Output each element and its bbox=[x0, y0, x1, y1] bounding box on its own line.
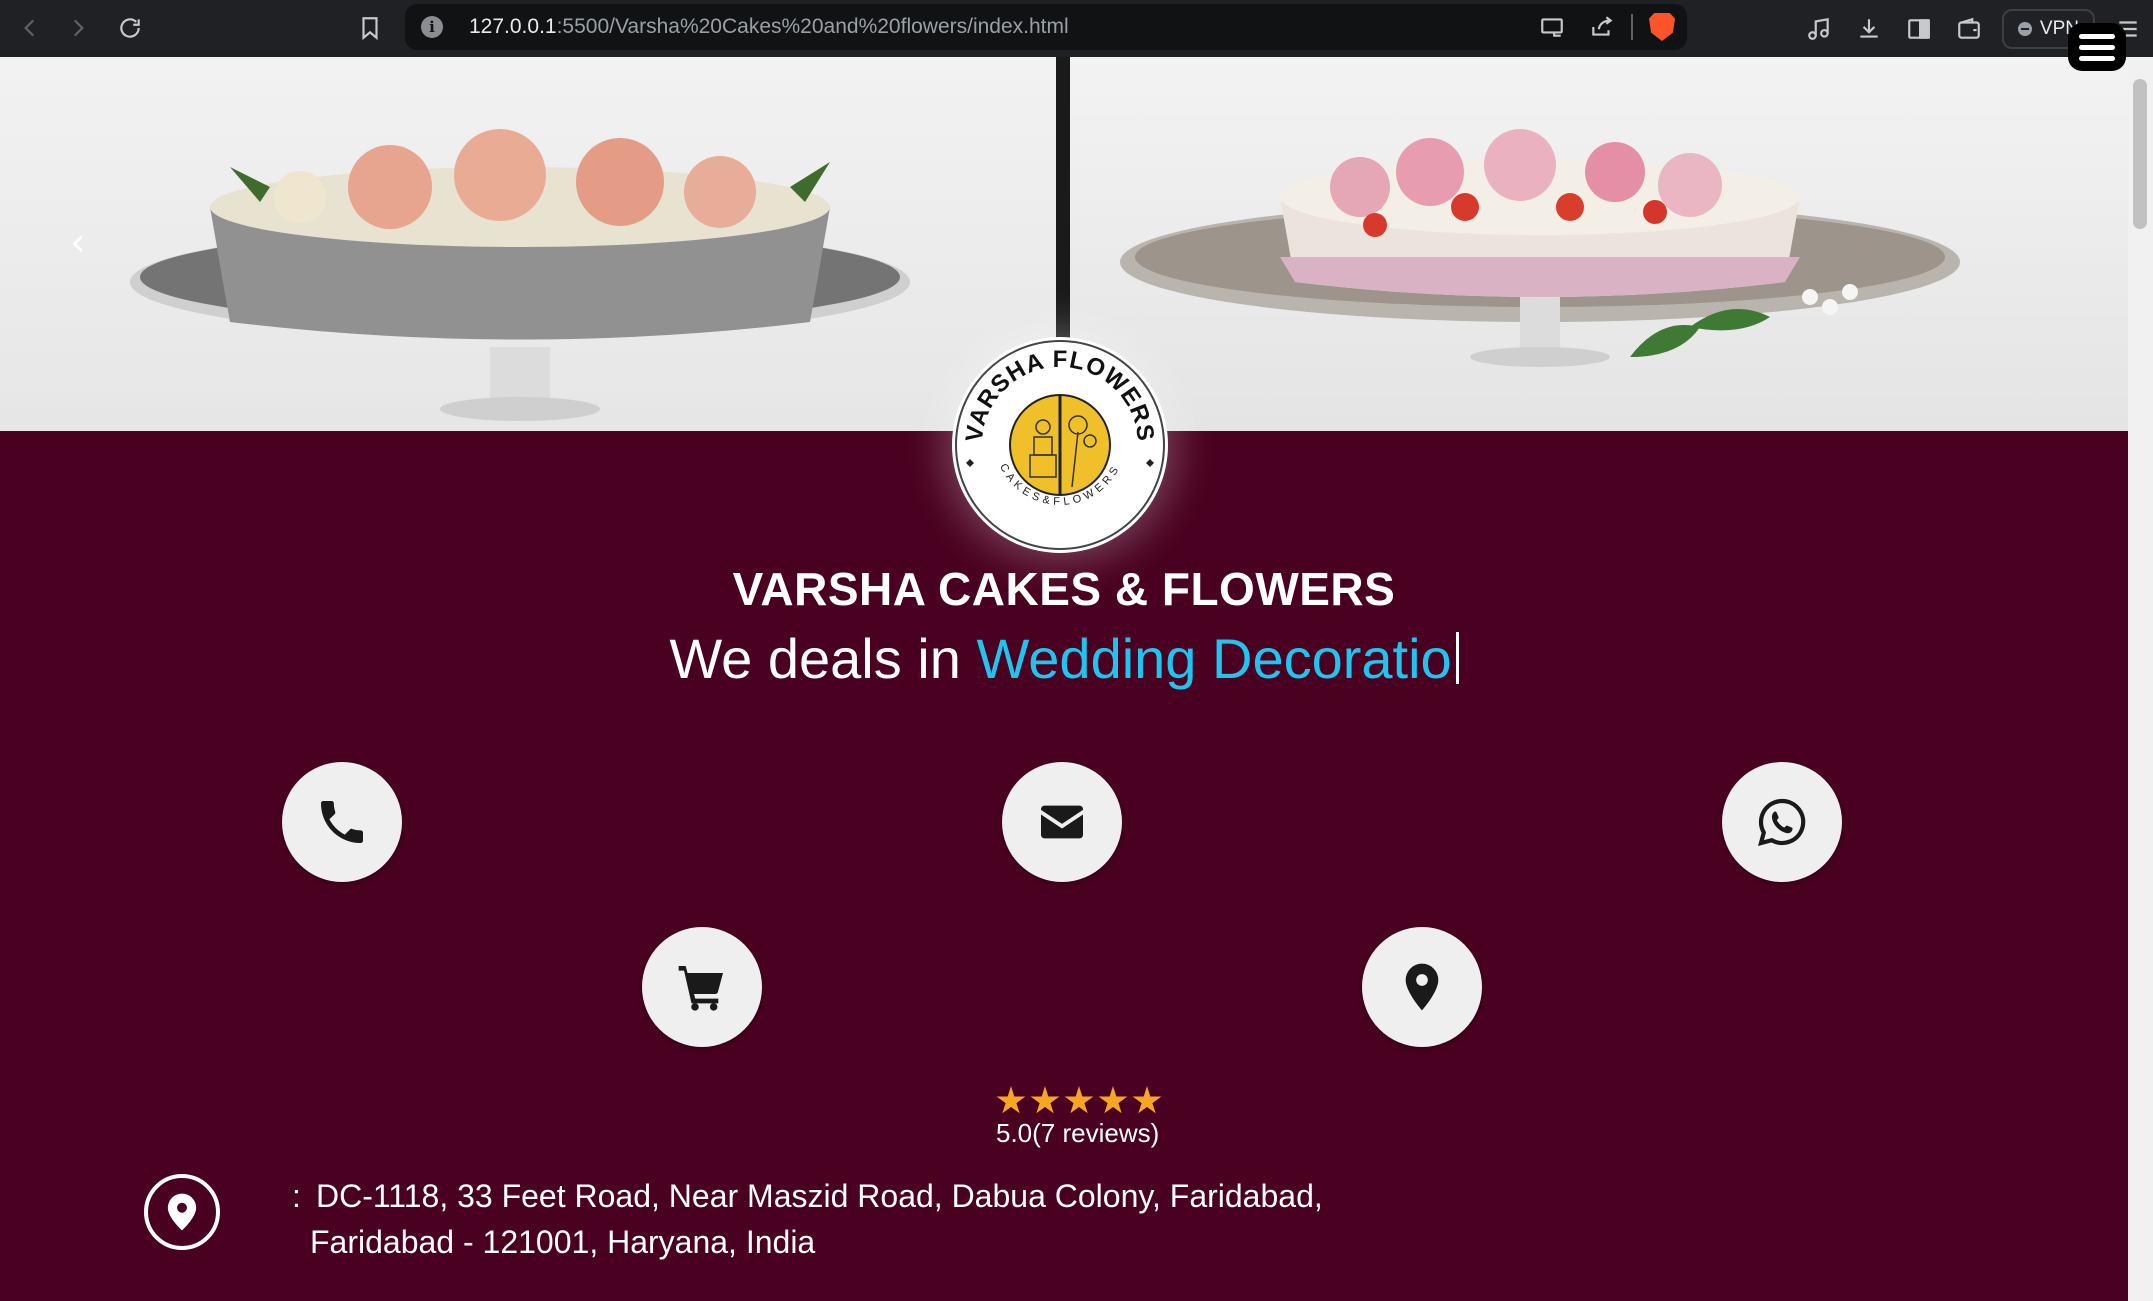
shop-button[interactable] bbox=[642, 927, 762, 1047]
star-icon bbox=[1098, 1086, 1128, 1114]
scrollbar-thumb[interactable] bbox=[2133, 79, 2147, 229]
carousel-prev-button[interactable]: ‹ bbox=[70, 217, 100, 267]
page-scrollbar[interactable] bbox=[2128, 57, 2153, 1301]
back-icon[interactable] bbox=[10, 8, 50, 48]
sidebar-icon[interactable] bbox=[1894, 0, 1944, 57]
download-icon[interactable] bbox=[1844, 0, 1894, 57]
address-map-pin-icon bbox=[144, 1174, 220, 1250]
address-bar[interactable]: i 127.0.0.1:5500/Varsha%20Cakes%20and%20… bbox=[405, 4, 1687, 50]
star-icon bbox=[1064, 1086, 1094, 1114]
hamburger-line bbox=[2079, 33, 2115, 39]
brave-shield-icon[interactable] bbox=[1649, 13, 1675, 41]
whatsapp-button[interactable] bbox=[1722, 762, 1842, 882]
whatsapp-icon bbox=[1758, 798, 1806, 846]
hamburger-menu-button[interactable] bbox=[2068, 23, 2126, 71]
music-icon[interactable] bbox=[1794, 0, 1844, 57]
email-button[interactable] bbox=[1002, 762, 1122, 882]
star-rating bbox=[996, 1086, 1162, 1116]
toolbar-separator bbox=[1631, 14, 1633, 40]
bookmark-icon[interactable] bbox=[350, 8, 390, 48]
tagline: We deals in Wedding Decoratio bbox=[0, 626, 2128, 691]
phone-button[interactable] bbox=[282, 762, 402, 882]
vpn-status-icon bbox=[2017, 21, 2032, 36]
cart-icon bbox=[678, 966, 723, 1011]
cast-icon[interactable] bbox=[1527, 4, 1577, 50]
map-pin-icon bbox=[1405, 963, 1439, 1011]
star-icon bbox=[996, 1086, 1026, 1114]
hamburger-line bbox=[2079, 44, 2115, 50]
url-text[interactable]: 127.0.0.1:5500/Varsha%20Cakes%20and%20fl… bbox=[469, 15, 1069, 39]
hero-image-cake-right bbox=[1070, 57, 2128, 431]
rating-summary: 5.0(7 reviews) bbox=[996, 1118, 1160, 1148]
url-host: 127.0.0.1 bbox=[469, 15, 557, 38]
browser-toolbar: i 127.0.0.1:5500/Varsha%20Cakes%20and%20… bbox=[0, 0, 2153, 57]
star-icon bbox=[1030, 1086, 1060, 1114]
forward-icon[interactable] bbox=[58, 8, 98, 48]
business-title: VARSHA CAKES & FLOWERS bbox=[732, 563, 1396, 615]
site-info-icon[interactable]: i bbox=[421, 16, 443, 38]
reload-icon[interactable] bbox=[110, 8, 150, 48]
typing-caret bbox=[1455, 632, 1459, 684]
brand-logo: VARSHA FLOWERS CAKES&FLOWERS bbox=[952, 337, 1168, 553]
star-icon bbox=[1132, 1086, 1162, 1114]
tagline-typed-text: Wedding Decoratio bbox=[976, 627, 1452, 690]
wallet-icon[interactable] bbox=[1944, 0, 1994, 57]
tagline-prefix: We deals in bbox=[669, 627, 977, 690]
share-icon[interactable] bbox=[1577, 4, 1627, 50]
location-button[interactable] bbox=[1362, 927, 1482, 1047]
url-path: :5500/Varsha%20Cakes%20and%20flowers/ind… bbox=[556, 15, 1069, 38]
hamburger-line bbox=[2079, 55, 2115, 61]
address-separator: : bbox=[292, 1178, 301, 1214]
address-line-2: Faridabad - 121001, Haryana, India bbox=[310, 1224, 816, 1260]
address-line-1: DC-1118, 33 Feet Road, Near Maszid Road,… bbox=[316, 1178, 1323, 1214]
mail-icon bbox=[1041, 805, 1083, 839]
phone-icon bbox=[321, 801, 363, 843]
hero-image-cake-left bbox=[0, 57, 1056, 431]
